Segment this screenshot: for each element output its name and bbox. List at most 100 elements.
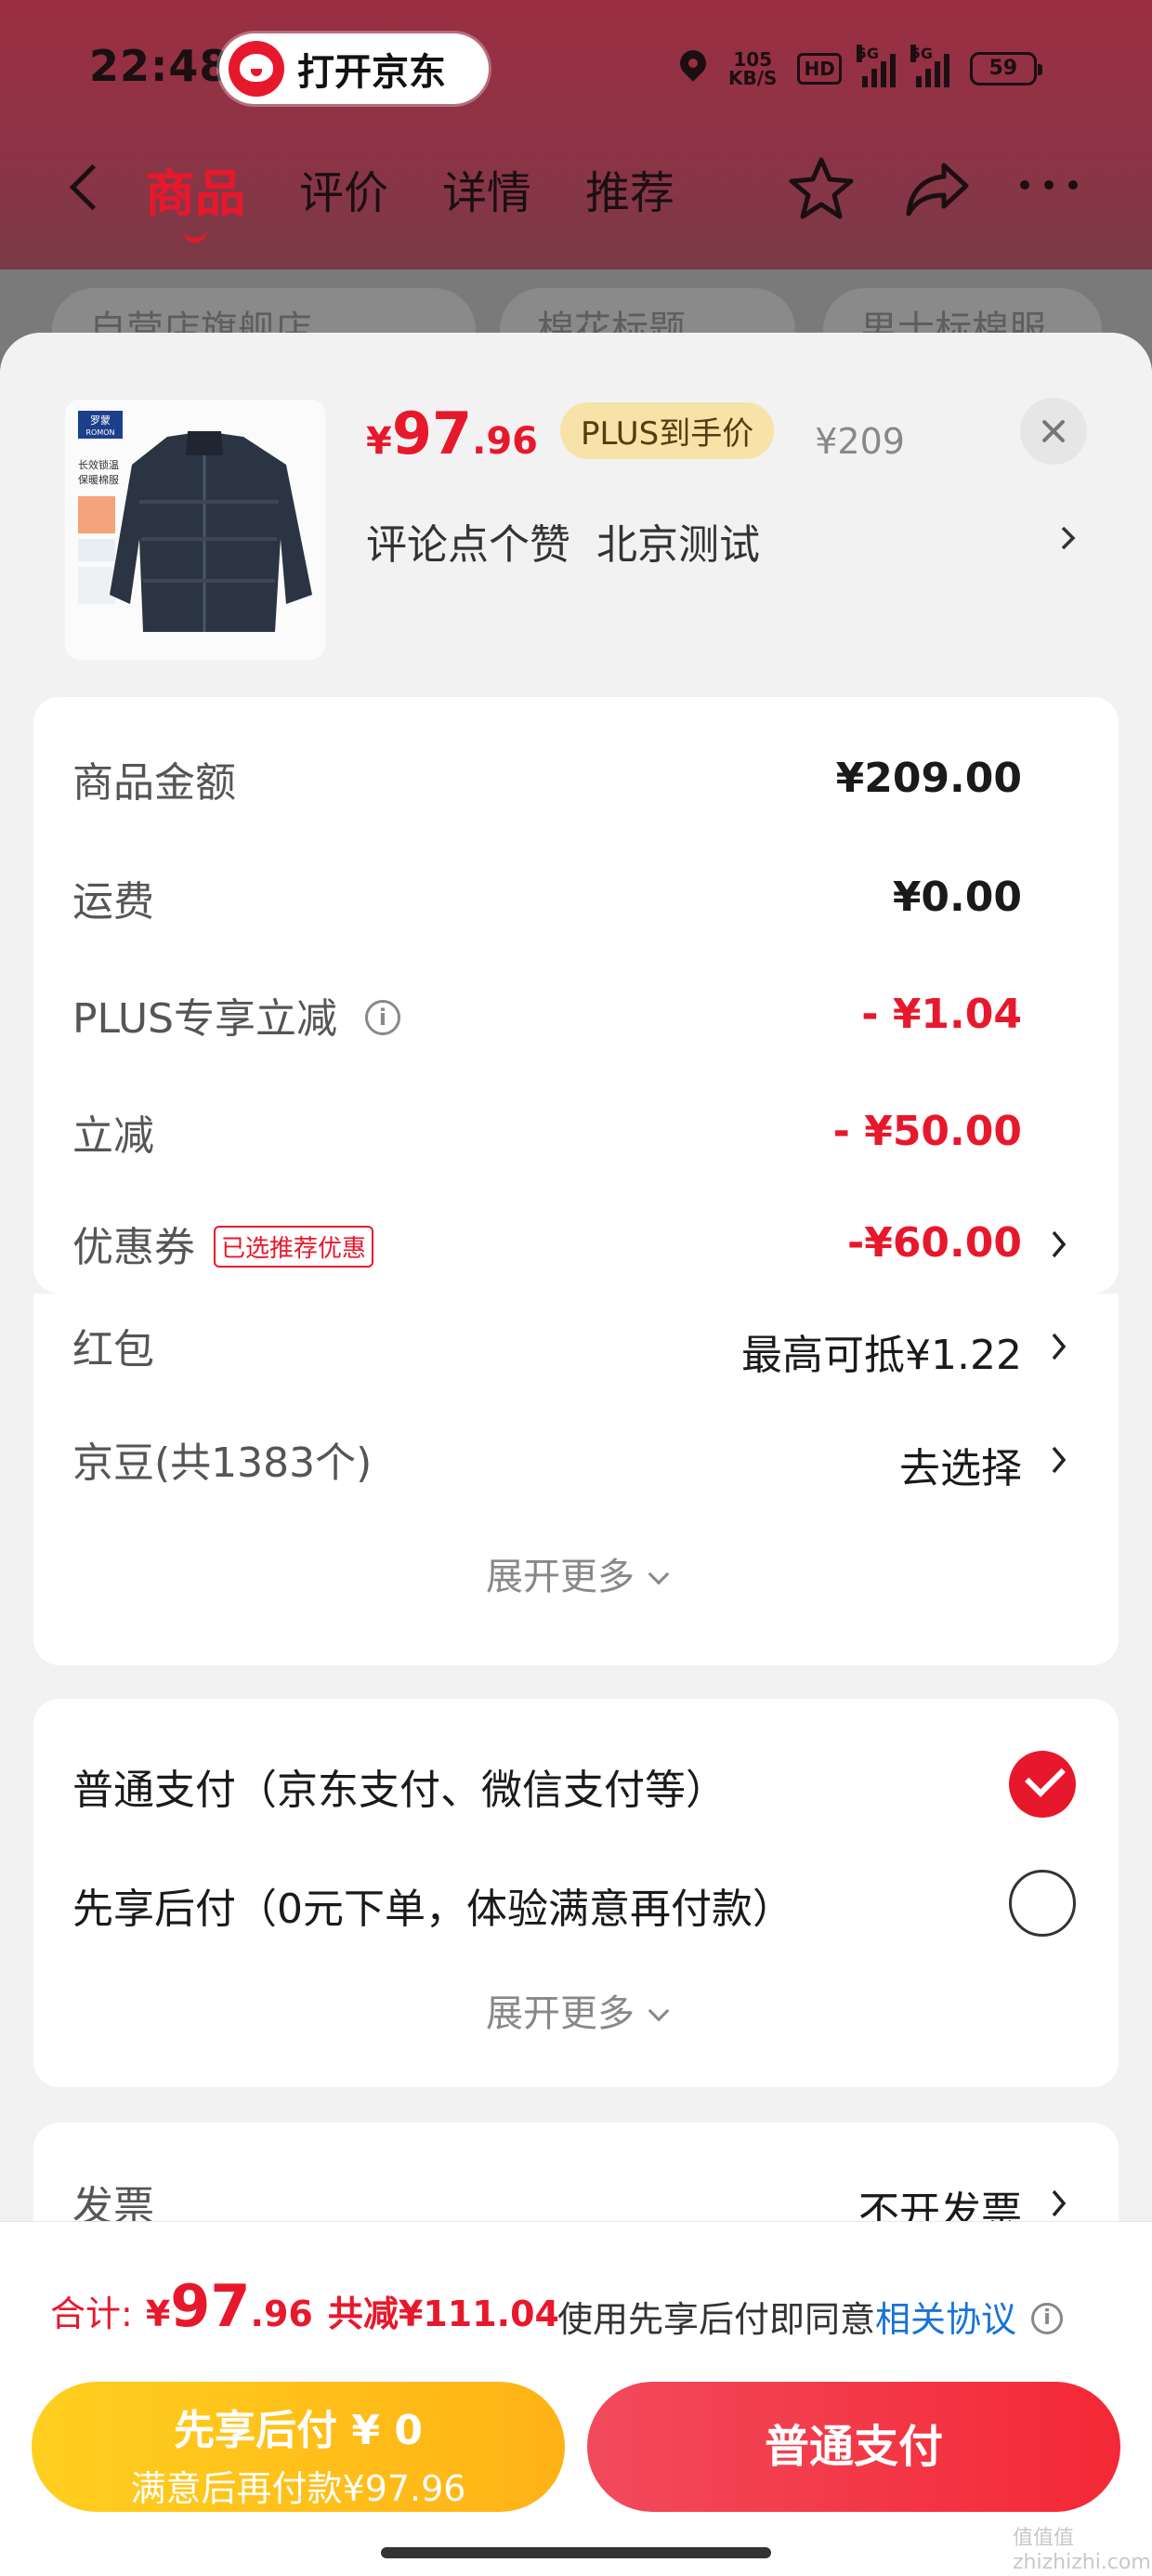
price-integer: 97 xyxy=(391,400,473,467)
battery-icon: 59 xyxy=(969,52,1042,85)
product-summary: 罗蒙 ROMON 长效锁温 保暖棉服 ¥ 97 .96 PLUS到手价 ¥209 xyxy=(0,333,1152,695)
fee-value: -¥60.00 xyxy=(846,1219,1022,1267)
payment-method-card: 普通支付（京东支付、微信支付等） 先享后付（0元下单，体验满意再付款） 展开更多 xyxy=(33,1699,1119,2087)
spec-address: 北京测试 xyxy=(596,521,760,569)
fee-label: 京豆(共1383个) xyxy=(72,1439,373,1487)
open-jd-app-button[interactable]: 打开京东 xyxy=(219,33,489,104)
chevron-right-icon[interactable] xyxy=(1050,1444,1068,1476)
payment-option-pay-later[interactable]: 先享后付（0元下单，体验满意再付款） xyxy=(72,1870,1076,1950)
plus-price-badge: PLUS到手价 xyxy=(559,402,775,459)
jd-mascot-icon xyxy=(229,41,284,97)
product-thumbnail: 罗蒙 ROMON 长效锁温 保暖棉服 xyxy=(65,400,325,660)
signal-icon: 5G xyxy=(910,45,949,87)
payment-option-label: 普通支付（京东支付、微信支付等） xyxy=(72,1767,727,1814)
product-nav-bar: 商品 评价 详情 推荐 xyxy=(0,139,1152,243)
original-price: ¥209 xyxy=(815,421,905,462)
info-icon[interactable]: i xyxy=(1031,2302,1064,2334)
total-discount: 共减¥111.04 xyxy=(327,2293,559,2334)
tab-details[interactable]: 详情 xyxy=(442,156,531,221)
payment-option-normal[interactable]: 普通支付（京东支付、微信支付等） xyxy=(72,1751,1076,1831)
top-header-background: 22:48 打开京东 105 KB/S HD 5G 5G 59 商品 评价 详情… xyxy=(0,0,1152,269)
payment-option-label: 先享后付（0元下单，体验满意再付款） xyxy=(72,1886,793,1933)
location-icon xyxy=(678,50,708,87)
chevron-right-icon[interactable] xyxy=(1050,1331,1068,1362)
chevron-right-icon[interactable] xyxy=(1059,524,1078,552)
fee-value: - ¥1.04 xyxy=(861,991,1022,1038)
spec-color: 评论点个赞 xyxy=(366,521,570,569)
fee-breakdown-card: 商品金额 ¥209.00 运费 ¥0.00 PLUS专享立减 i - ¥1.04 … xyxy=(33,697,1119,1294)
speed-unit: KB/S xyxy=(728,67,778,89)
agreement-notice: 使用先享后付即同意相关协议 i xyxy=(557,2291,1064,2342)
fee-breakdown-card-continued: 红包 最高可抵¥1.22 京豆(共1383个) 去选择 展开更多 xyxy=(33,1294,1119,1665)
fee-value: 最高可抵¥1.22 xyxy=(741,1332,1022,1379)
fee-value: ¥209.00 xyxy=(835,755,1022,802)
signal-tag: 5G xyxy=(910,45,934,62)
unchecked-radio-icon[interactable] xyxy=(1009,1870,1076,1937)
thumb-brand: 罗蒙 xyxy=(90,414,111,427)
fee-row-coupon[interactable]: 优惠券 已选推荐优惠 -¥60.00 xyxy=(72,1214,1076,1288)
order-total: 合计: ¥ 97 .96 共减¥111.04 xyxy=(50,2272,559,2356)
product-spec-selector[interactable]: 评论点个赞 北京测试 xyxy=(366,511,760,571)
favorite-star-icon[interactable] xyxy=(786,152,857,223)
chevron-down-icon xyxy=(648,2000,670,2022)
thumb-brand-en: ROMON xyxy=(85,428,114,437)
fee-row-red-envelope[interactable]: 红包 最高可抵¥1.22 xyxy=(72,1316,1076,1390)
product-price-row: ¥ 97 .96 PLUS到手价 ¥209 xyxy=(366,400,905,474)
fee-label: 优惠券 xyxy=(72,1224,195,1271)
pay-later-subtitle: 满意后再付款¥97.96 xyxy=(130,2468,466,2509)
chevron-down-icon xyxy=(648,1563,670,1585)
normal-pay-button[interactable]: 普通支付 xyxy=(587,2382,1120,2512)
fee-label: PLUS专享立减 xyxy=(72,995,337,1043)
fee-row-goods: 商品金额 ¥209.00 xyxy=(72,749,1076,823)
tab-product[interactable]: 商品 xyxy=(145,152,245,243)
speed-value: 105 xyxy=(733,48,773,71)
fees-expand-more[interactable]: 展开更多 xyxy=(33,1546,1119,1600)
chevron-right-icon[interactable] xyxy=(1050,2188,1068,2219)
coupon-recommended-tag: 已选推荐优惠 xyxy=(214,1225,374,1268)
fee-row-instant-discount: 立减 - ¥50.00 xyxy=(72,1102,1076,1176)
down-jacket-image: 罗蒙 ROMON 长效锁温 保暖棉服 xyxy=(65,400,325,660)
fee-value: - ¥50.00 xyxy=(832,1108,1022,1155)
price-decimal: .96 xyxy=(472,420,538,463)
checkout-footer: 合计: ¥ 97 .96 共减¥111.04 使用先享后付即同意相关协议 i 先享… xyxy=(0,2221,1152,2576)
chevron-right-icon[interactable] xyxy=(1050,1229,1068,1260)
signal-tag: 5G xyxy=(856,45,880,62)
signal-icon: 5G xyxy=(856,45,896,87)
checked-radio-icon[interactable] xyxy=(1009,1751,1076,1818)
total-integer: 97 xyxy=(170,2272,251,2340)
agreement-link[interactable]: 相关协议 xyxy=(875,2299,1016,2340)
fee-row-shipping: 运费 ¥0.00 xyxy=(72,868,1076,942)
network-speed: 105 KB/S xyxy=(728,50,777,87)
open-jd-label: 打开京东 xyxy=(297,51,446,94)
expand-more-label: 展开更多 xyxy=(486,1556,635,1598)
pay-later-title: 先享后付 ¥ 0 xyxy=(174,2407,423,2454)
share-icon[interactable] xyxy=(903,156,974,221)
fee-label: 立减 xyxy=(72,1112,154,1160)
fee-label: 运费 xyxy=(72,878,154,926)
thumb-text-2: 保暖棉服 xyxy=(78,473,119,486)
tab-recommend[interactable]: 推荐 xyxy=(585,156,674,221)
status-time: 22:48 xyxy=(89,41,230,91)
back-arrow-icon[interactable] xyxy=(65,164,102,210)
close-sheet-button[interactable] xyxy=(1020,398,1087,465)
fee-value: ¥0.00 xyxy=(892,874,1022,921)
total-decimal: .96 xyxy=(250,2293,313,2334)
price-symbol: ¥ xyxy=(366,420,392,463)
pay-later-button[interactable]: 先享后付 ¥ 0 满意后再付款¥97.96 xyxy=(32,2382,565,2512)
tab-reviews[interactable]: 评价 xyxy=(299,156,388,221)
home-indicator[interactable] xyxy=(381,2547,771,2558)
fee-value: 去选择 xyxy=(899,1445,1022,1492)
total-label: 合计: xyxy=(50,2293,133,2334)
more-options-icon[interactable] xyxy=(1020,180,1078,190)
fee-row-jd-beans[interactable]: 京豆(共1383个) 去选择 xyxy=(72,1429,1076,1504)
watermark: 值值值 zhizhizhi.com xyxy=(1013,2527,1151,2574)
fee-row-plus-discount: PLUS专享立减 i - ¥1.04 xyxy=(72,985,1076,1059)
info-icon[interactable]: i xyxy=(365,1000,400,1035)
fee-label: 红包 xyxy=(72,1326,154,1373)
expand-more-label: 展开更多 xyxy=(486,1992,635,2035)
system-icons: 105 KB/S HD 5G 5G 59 xyxy=(678,41,1042,97)
hd-icon: HD xyxy=(797,53,842,85)
payment-expand-more[interactable]: 展开更多 xyxy=(33,1983,1119,2037)
total-symbol: ¥ xyxy=(145,2293,171,2334)
status-bar: 22:48 打开京东 105 KB/S HD 5G 5G 59 xyxy=(0,0,1152,139)
